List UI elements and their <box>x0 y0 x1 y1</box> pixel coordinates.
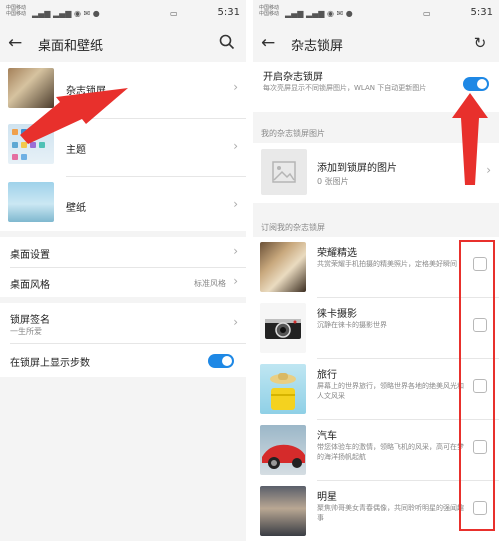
annotation-arrows <box>20 88 488 185</box>
arrow-to-magazine-lockscreen <box>20 88 128 144</box>
screenshot-frame: 中国移动 中国移动 ▂▄▆ ▂▄▆ ◉ ✉ ● ▭ 5:31 ← 桌面和壁纸 杂… <box>0 0 499 541</box>
arrow-to-toggle <box>452 93 488 185</box>
